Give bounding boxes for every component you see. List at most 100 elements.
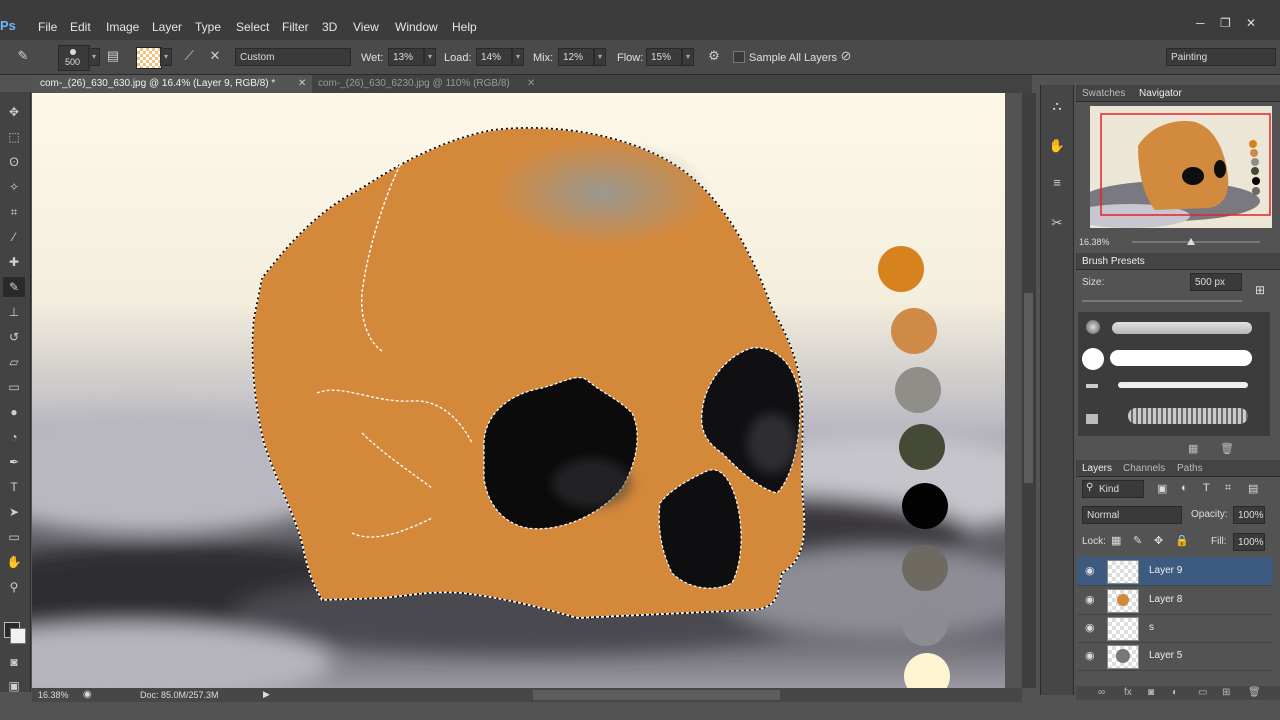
menu-file[interactable]: File [38, 20, 57, 34]
new-brush-icon[interactable]: ⊞ [1255, 283, 1265, 297]
marquee-tool-icon[interactable]: ⬚ [3, 127, 25, 147]
menu-type[interactable]: Type [195, 20, 221, 34]
trash-icon[interactable]: 🗑 [1220, 442, 1234, 455]
brush-preset-list[interactable] [1078, 312, 1270, 436]
chevron-down-icon[interactable]: ▾ [88, 48, 100, 66]
opacity-input[interactable]: 100% [1233, 506, 1265, 524]
tab-swatches[interactable]: Swatches [1082, 88, 1125, 99]
tool-presets-icon[interactable]: ✂ [1047, 215, 1067, 235]
filter-smart-object-icon[interactable]: ▤ [1248, 482, 1258, 495]
soft-round-brush-icon[interactable] [1086, 320, 1100, 334]
layer-name[interactable]: Layer 5 [1149, 650, 1182, 661]
eraser-tool-icon[interactable]: ▱ [3, 352, 25, 372]
chevron-down-icon[interactable]: ▾ [594, 48, 606, 66]
quick-select-tool-icon[interactable]: ✧ [3, 177, 25, 197]
minimize-icon[interactable]: ─ [1196, 16, 1205, 30]
menu-view[interactable]: View [353, 20, 379, 34]
scroll-thumb[interactable] [1024, 293, 1033, 483]
menu-3d[interactable]: 3D [322, 20, 337, 34]
blur-tool-icon[interactable]: ● [3, 402, 25, 422]
vertical-scrollbar[interactable] [1022, 93, 1036, 688]
brush-preset-picker[interactable]: 500 [58, 45, 90, 71]
layer-row-selected[interactable]: ◉ Layer 9 [1077, 557, 1273, 586]
sample-all-layers-checkbox[interactable] [733, 51, 745, 63]
clone-stamp-tool-icon[interactable]: ⊥ [3, 302, 25, 322]
zoom-tool-icon[interactable]: ⚲ [3, 577, 25, 597]
tab-layers[interactable]: Layers [1082, 463, 1112, 474]
path-select-tool-icon[interactable]: ➤ [3, 502, 25, 522]
gradient-tool-icon[interactable]: ▭ [3, 377, 25, 397]
status-info-icon[interactable]: ◉ [83, 689, 92, 700]
current-brush-load-swatch[interactable] [136, 47, 162, 69]
eyedropper-tool-icon[interactable]: ⁄ [3, 227, 25, 247]
layer-name[interactable]: Layer 8 [1149, 594, 1182, 605]
brush-size-input[interactable]: 500 px [1190, 273, 1242, 291]
background-color-swatch[interactable] [10, 628, 26, 644]
trash-icon[interactable]: 🗑 [1248, 687, 1261, 698]
navigator-zoom[interactable]: 16.38% [1079, 237, 1110, 247]
healing-tool-icon[interactable]: ✚ [3, 252, 25, 272]
preset-select[interactable]: Custom [235, 48, 351, 66]
play-icon[interactable]: ▶ [263, 689, 270, 700]
workspace-select[interactable]: Painting [1166, 48, 1276, 66]
chevron-down-icon[interactable]: ▾ [512, 48, 524, 66]
close-icon[interactable]: ✕ [527, 78, 535, 89]
lock-position-icon[interactable]: ✥ [1154, 534, 1163, 547]
airbrush-icon[interactable]: ⚙ [703, 46, 725, 66]
history-panel-icon[interactable]: ⛬ [1047, 98, 1067, 118]
chevron-down-icon[interactable]: ▾ [682, 48, 694, 66]
brush-panel-icon[interactable]: ▦ [1188, 442, 1198, 455]
mix-input[interactable]: 12% [558, 48, 594, 66]
new-layer-icon[interactable]: ⊞ [1222, 687, 1230, 698]
tab-paths[interactable]: Paths [1177, 463, 1203, 474]
group-folder-icon[interactable]: ▭ [1198, 687, 1207, 698]
clean-brush-icon[interactable]: ✕ [204, 46, 226, 66]
dodge-tool-icon[interactable]: ◔ [3, 427, 25, 447]
layer-row[interactable]: ◉ s [1077, 614, 1273, 643]
lock-transparent-icon[interactable]: ▦ [1111, 534, 1121, 547]
horizontal-scroll-thumb[interactable] [533, 690, 780, 700]
screen-mode-icon[interactable]: ▣ [3, 676, 25, 696]
menu-image[interactable]: Image [106, 20, 139, 34]
clone-source-icon[interactable]: ≡ [1047, 175, 1067, 195]
load-brush-icon[interactable]: ⟋ [178, 46, 200, 66]
menu-filter[interactable]: Filter [282, 20, 309, 34]
slider-handle-icon[interactable] [1187, 238, 1195, 245]
add-mask-icon[interactable]: ◙ [1148, 687, 1154, 698]
type-tool-icon[interactable]: T [3, 477, 25, 497]
crop-tool-icon[interactable]: ⌗ [3, 202, 25, 222]
close-icon[interactable]: ✕ [1246, 16, 1256, 30]
brush-size-slider[interactable] [1082, 300, 1242, 302]
status-zoom[interactable]: 16.38% [38, 690, 69, 700]
brush-panel-toggle-icon[interactable]: ▤ [102, 46, 124, 66]
menu-select[interactable]: Select [236, 20, 269, 34]
chevron-down-icon[interactable]: ▾ [424, 48, 436, 66]
visibility-eye-icon[interactable]: ◉ [1085, 649, 1095, 662]
history-brush-tool-icon[interactable]: ↺ [3, 327, 25, 347]
visibility-eye-icon[interactable]: ◉ [1085, 593, 1095, 606]
bristle-brush-icon[interactable] [1086, 414, 1098, 424]
filter-type-icon[interactable]: T [1203, 482, 1210, 494]
tab-navigator[interactable]: Navigator [1139, 88, 1182, 99]
pen-tool-icon[interactable]: ✒ [3, 452, 25, 472]
document-canvas[interactable] [32, 93, 1005, 688]
brush-tool-icon[interactable]: ✎ [3, 277, 25, 297]
visibility-eye-icon[interactable]: ◉ [1085, 564, 1095, 577]
restore-icon[interactable]: ❐ [1220, 16, 1231, 30]
lock-pixels-icon[interactable]: ✎ [1133, 534, 1142, 547]
quick-mask-icon[interactable]: ◙ [3, 652, 25, 672]
menu-window[interactable]: Window [395, 20, 438, 34]
navigator-zoom-slider[interactable] [1132, 238, 1260, 245]
fx-icon[interactable]: fx [1124, 687, 1132, 698]
flow-input[interactable]: 15% [646, 48, 682, 66]
layer-row[interactable]: ◉ Layer 5 [1077, 642, 1273, 671]
fill-input[interactable]: 100% [1233, 533, 1265, 551]
layer-row[interactable]: ◉ Layer 8 [1077, 586, 1273, 615]
menu-layer[interactable]: Layer [152, 20, 182, 34]
navigator-preview[interactable] [1090, 106, 1272, 228]
shape-tool-icon[interactable]: ▭ [3, 527, 25, 547]
layer-name[interactable]: Layer 9 [1149, 565, 1182, 576]
filter-adjustment-icon[interactable]: ◐ [1181, 482, 1188, 494]
filter-shape-icon[interactable]: ⌗ [1225, 482, 1231, 495]
blend-mode-select[interactable]: Normal [1082, 506, 1182, 524]
